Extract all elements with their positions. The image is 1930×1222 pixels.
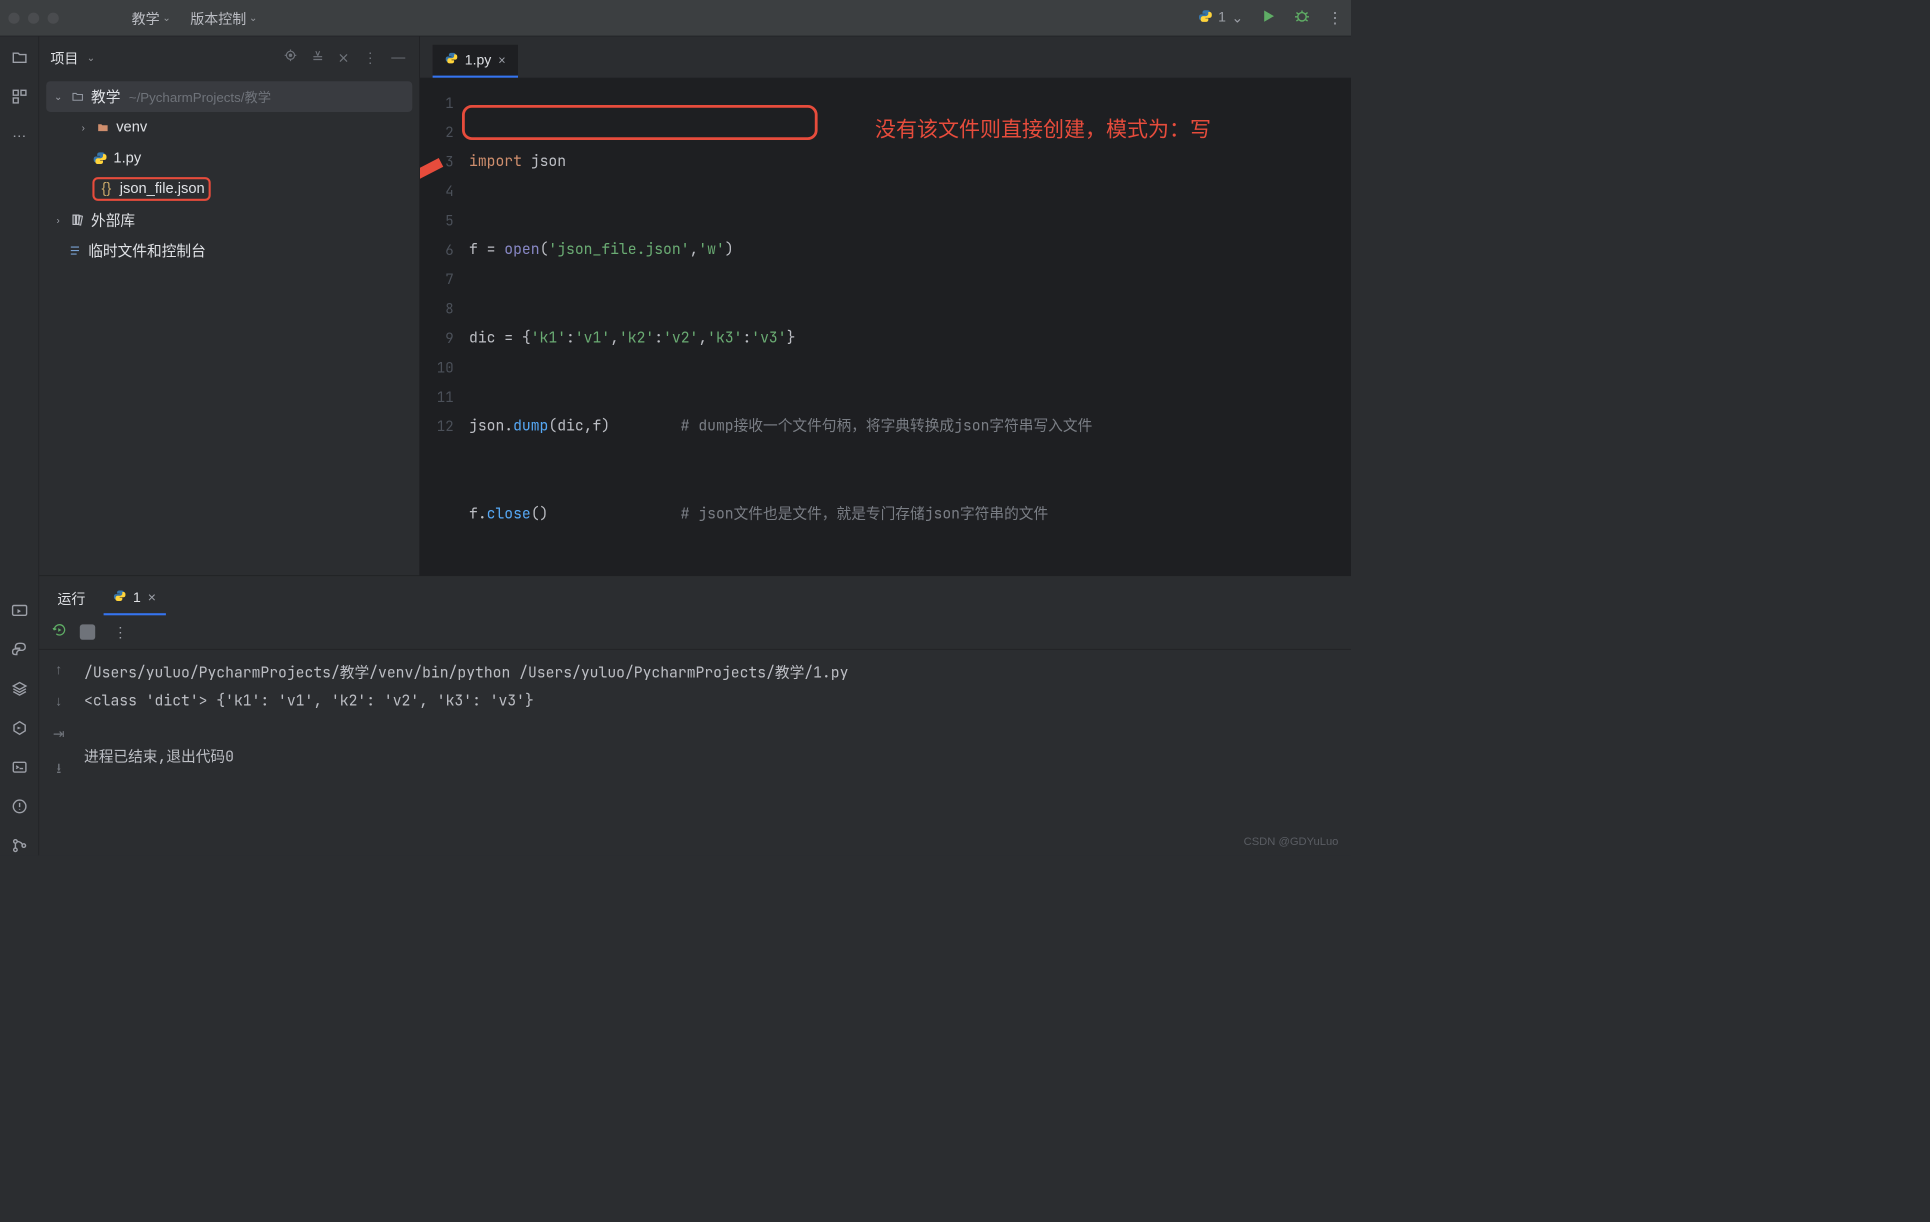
tree-root[interactable]: ⌄ 教学 ~/PycharmProjects/教学 [46, 81, 412, 112]
tree-label: 临时文件和控制台 [88, 240, 206, 261]
menu-teaching[interactable]: 教学 ⌄ [122, 4, 181, 33]
project-tree[interactable]: ⌄ 教学 ~/PycharmProjects/教学 › [39, 78, 419, 268]
scroll-to-end-icon[interactable]: ⭳ [56, 758, 61, 782]
json-file-icon: {} [99, 181, 114, 198]
debug-button[interactable] [1294, 7, 1311, 28]
menu-label: 版本控制 [190, 8, 246, 28]
menubar: 教学 ⌄ 版本控制 ⌄ 1 ⌄ ⋮ [0, 0, 1351, 36]
structure-tool-icon[interactable] [9, 87, 29, 107]
window-controls [8, 12, 58, 23]
close-window-icon[interactable] [8, 12, 19, 23]
python-console-icon[interactable] [9, 640, 29, 660]
editor: 1.py × 1 2 3 4 5 6 7 8 [420, 36, 1351, 575]
gutter: 1 2 3 4 5 6 7 8 9 10 11 12 [420, 78, 469, 575]
tree-label: venv [116, 119, 147, 136]
left-tool-rail: ⋯ [0, 36, 39, 855]
chevron-right-icon: › [52, 214, 65, 225]
chevron-right-icon: › [77, 122, 90, 133]
folder-icon [95, 121, 110, 134]
run-button[interactable] [1260, 7, 1277, 28]
more-menu-icon[interactable]: ⋮ [1327, 9, 1342, 27]
settings-icon[interactable]: ⋮ [361, 46, 381, 69]
tree-label: 教学 [91, 86, 120, 107]
highlight-box: {} json_file.json [92, 177, 211, 201]
python-file-icon [92, 151, 107, 165]
tree-label: 1.py [113, 150, 141, 167]
tree-json-file[interactable]: {} json_file.json [39, 174, 419, 205]
hide-panel-icon[interactable]: — [389, 47, 409, 69]
tab-label: 1.py [465, 52, 491, 68]
project-panel: 项目 ⌄ ≚ ⨯ ⋮ — ⌄ [39, 36, 420, 575]
library-icon [70, 213, 85, 227]
soft-wrap-icon[interactable]: ⇥ [53, 725, 65, 743]
run-panel: 运行 1 × ⋮ [39, 575, 1351, 855]
editor-body[interactable]: 1 2 3 4 5 6 7 8 9 10 11 12 [420, 78, 1351, 575]
tree-path: ~/PycharmProjects/教学 [129, 87, 271, 106]
down-arrow-icon[interactable]: ↓ [55, 694, 62, 710]
chevron-down-icon: ⌄ [52, 91, 65, 103]
chevron-down-icon: ⌄ [1231, 9, 1243, 27]
editor-tabs: 1.py × [420, 36, 1351, 78]
tree-label: json_file.json [120, 181, 205, 198]
python-file-icon [445, 52, 458, 69]
chevron-down-icon[interactable]: ⌄ [87, 51, 95, 63]
run-output[interactable]: /Users/yuluo/PycharmProjects/教学/venv/bin… [78, 650, 1351, 856]
terminal-tool-icon[interactable] [9, 757, 29, 777]
close-tab-icon[interactable]: × [148, 590, 156, 606]
highlight-box [462, 105, 818, 140]
project-panel-title: 项目 [50, 47, 78, 67]
code-area[interactable]: import json f = open('json_file.json','w… [469, 78, 1351, 575]
scratch-icon [67, 244, 82, 258]
python-interpreter-selector[interactable]: 1 ⌄ [1198, 9, 1243, 27]
project-tool-icon[interactable] [9, 48, 29, 68]
more-tools-icon[interactable]: ⋯ [9, 126, 29, 146]
tree-label: 外部库 [91, 209, 135, 230]
locate-icon[interactable] [281, 46, 301, 70]
editor-tab-1py[interactable]: 1.py × [433, 45, 519, 78]
watermark: CSDN @GDYuLuo [1244, 836, 1339, 849]
expand-all-icon[interactable]: ≚ [309, 46, 326, 69]
maximize-window-icon[interactable] [48, 12, 59, 23]
packages-tool-icon[interactable] [9, 679, 29, 699]
up-arrow-icon[interactable]: ↑ [55, 662, 62, 678]
interpreter-label: 1 [1218, 10, 1226, 26]
run-tab-label: 1 [133, 590, 141, 606]
python-file-icon [113, 589, 126, 606]
chevron-down-icon: ⌄ [249, 12, 257, 24]
close-tab-icon[interactable]: × [498, 53, 505, 68]
folder-icon [70, 90, 85, 103]
tree-1py[interactable]: 1.py [39, 143, 419, 174]
chevron-down-icon: ⌄ [162, 12, 170, 24]
minimize-window-icon[interactable] [28, 12, 39, 23]
run-gutter: ↑ ↓ ⇥ ⭳ [39, 650, 78, 856]
tree-scratches[interactable]: 临时文件和控制台 [39, 235, 419, 266]
services-tool-icon[interactable] [9, 718, 29, 738]
collapse-all-icon[interactable]: ⨯ [335, 46, 352, 69]
run-tool-icon[interactable] [9, 601, 29, 621]
menu-vcs[interactable]: 版本控制 ⌄ [180, 4, 267, 33]
stop-button[interactable] [80, 624, 95, 639]
git-tool-icon[interactable] [9, 836, 29, 856]
run-tab-1[interactable]: 1 × [104, 582, 166, 615]
menu-label: 教学 [132, 8, 160, 28]
annotation-text: 没有该文件则直接创建，模式为：写 [875, 112, 1211, 143]
python-icon [1198, 9, 1212, 27]
tree-venv[interactable]: › venv [39, 112, 419, 143]
run-panel-title: 运行 [52, 581, 91, 615]
more-icon[interactable]: ⋮ [113, 623, 127, 641]
rerun-button[interactable] [52, 622, 67, 642]
problems-tool-icon[interactable] [9, 797, 29, 817]
tree-external-libs[interactable]: › 外部库 [39, 204, 419, 235]
